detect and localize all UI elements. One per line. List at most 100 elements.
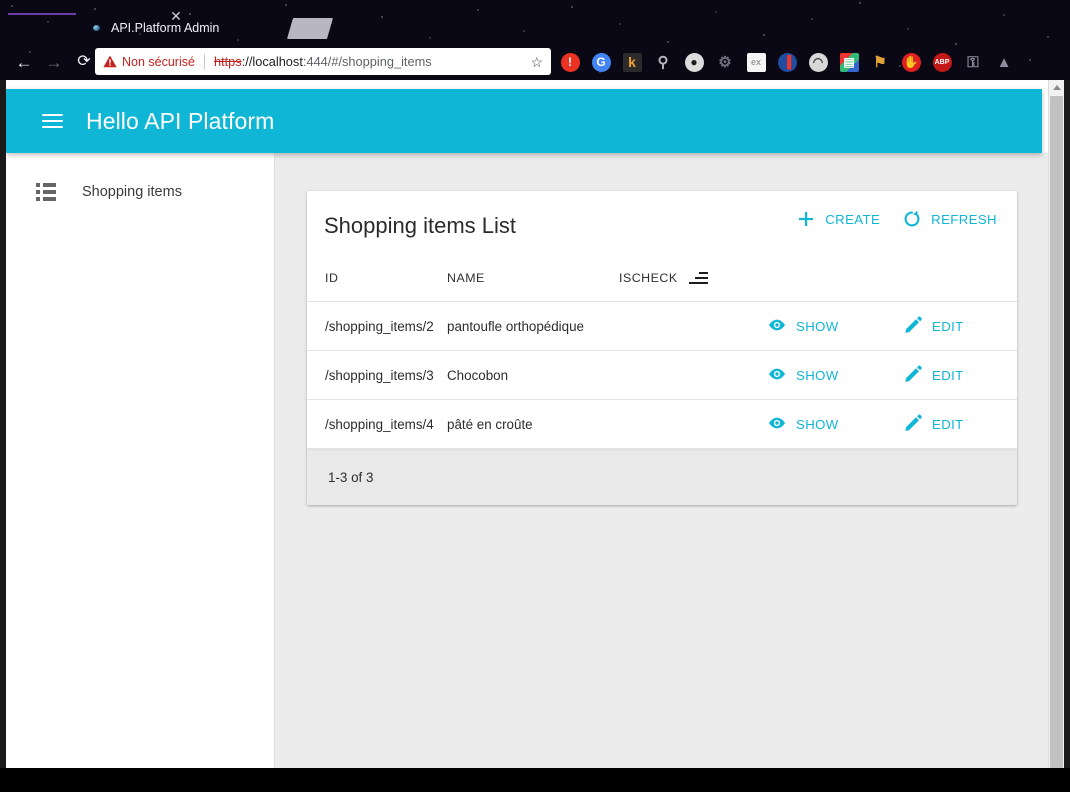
edit-button[interactable]: EDIT bbox=[903, 351, 1017, 400]
eye-icon bbox=[767, 315, 787, 338]
close-icon[interactable]: ✕ bbox=[168, 8, 184, 24]
ex-extension-icon[interactable]: ex bbox=[742, 48, 770, 76]
search-extension-icon[interactable]: ⚲ bbox=[649, 48, 677, 76]
column-header-ischeck[interactable]: ISCHECK bbox=[619, 271, 767, 302]
page-scrollbar[interactable] bbox=[1048, 80, 1064, 768]
card-actions: CREATE REFRESH bbox=[796, 209, 997, 229]
cell-name: pantoufle orthopédique bbox=[447, 302, 619, 351]
adblock-plus-extension-icon-glyph: ABP bbox=[933, 53, 952, 72]
app-bar: Hello API Platform bbox=[6, 89, 1042, 153]
cell-ischeck bbox=[619, 351, 767, 400]
google-translate-extension-icon-glyph: G bbox=[592, 53, 611, 72]
list-card: Shopping items List CREATE bbox=[307, 191, 1017, 505]
back-button[interactable]: ← bbox=[9, 47, 39, 77]
edit-button-label: EDIT bbox=[932, 417, 964, 432]
alert-extension-icon-glyph: ! bbox=[561, 53, 580, 72]
kickass-extension-icon[interactable]: k bbox=[618, 48, 646, 76]
flag-extension-icon[interactable]: ⚑ bbox=[866, 48, 894, 76]
list-view-icon bbox=[36, 183, 58, 201]
pagination-label: 1-3 of 3 bbox=[328, 470, 373, 485]
hamburger-menu-icon[interactable] bbox=[28, 97, 76, 145]
google-translate-extension-icon[interactable]: G bbox=[587, 48, 615, 76]
opera-extension-icon-glyph: ● bbox=[685, 53, 704, 72]
show-button-label: SHOW bbox=[796, 368, 839, 383]
sidebar-item-label: Shopping items bbox=[82, 184, 182, 200]
create-button[interactable]: CREATE bbox=[796, 209, 880, 229]
pocket-extension-icon[interactable]: ▲ bbox=[990, 48, 1018, 76]
search-extension-icon-glyph: ⚲ bbox=[654, 53, 673, 72]
kickass-extension-icon-glyph: k bbox=[623, 53, 642, 72]
column-header-name[interactable]: NAME bbox=[447, 271, 619, 302]
eye-icon bbox=[767, 413, 787, 436]
column-header-id[interactable]: ID bbox=[307, 271, 447, 302]
blocker-extension-icon[interactable]: ✋ bbox=[897, 48, 925, 76]
plus-icon bbox=[796, 209, 816, 229]
blocker-extension-icon-glyph: ✋ bbox=[902, 53, 921, 72]
table-row[interactable]: /shopping_items/2pantoufle orthopédique S… bbox=[307, 302, 1017, 351]
security-status-label: Non sécurisé bbox=[122, 55, 195, 69]
alert-extension-icon[interactable]: ! bbox=[556, 48, 584, 76]
colorpage-extension-icon[interactable]: ▤ bbox=[835, 48, 863, 76]
column-header-ischeck-label: ISCHECK bbox=[619, 271, 678, 285]
sort-lines-icon[interactable] bbox=[689, 272, 708, 284]
opera-extension-icon[interactable]: ● bbox=[680, 48, 708, 76]
cell-ischeck bbox=[619, 302, 767, 351]
card-toolbar: Shopping items List CREATE bbox=[307, 191, 1017, 271]
items-table: ID NAME ISCHECK /shopping_items/2pantouf… bbox=[307, 271, 1017, 449]
scroll-up-arrow-icon[interactable] bbox=[1049, 80, 1064, 95]
create-button-label: CREATE bbox=[825, 212, 880, 227]
show-button-label: SHOW bbox=[796, 319, 839, 334]
page-viewport: Shopping items Shopping items List CREAT… bbox=[6, 80, 1064, 768]
main-content: Shopping items List CREATE bbox=[275, 153, 1048, 768]
window-right-edge bbox=[1064, 80, 1070, 768]
adblock-plus-extension-icon[interactable]: ABP bbox=[928, 48, 956, 76]
page-title: Shopping items List bbox=[324, 213, 516, 239]
cell-name: Chocobon bbox=[447, 351, 619, 400]
refresh-button-label: REFRESH bbox=[931, 212, 997, 227]
show-button[interactable]: SHOW bbox=[767, 400, 903, 449]
lighthouse-extension-icon-glyph: ▐ bbox=[778, 53, 797, 72]
table-row[interactable]: /shopping_items/4pâté en croûte SHOW EDIT bbox=[307, 400, 1017, 449]
edit-button[interactable]: EDIT bbox=[903, 302, 1017, 351]
edit-button[interactable]: EDIT bbox=[903, 400, 1017, 449]
url-path: :444/#/shopping_items bbox=[303, 54, 432, 69]
lock-extension-icon-glyph: ⚿ bbox=[964, 53, 983, 72]
lighthouse-extension-icon[interactable]: ▐ bbox=[773, 48, 801, 76]
new-tab-button[interactable] bbox=[287, 18, 333, 39]
show-button-label: SHOW bbox=[796, 417, 839, 432]
app-title: Hello API Platform bbox=[86, 108, 274, 135]
pencil-icon bbox=[903, 413, 923, 436]
flag-extension-icon-glyph: ⚑ bbox=[871, 53, 890, 72]
show-button[interactable]: SHOW bbox=[767, 351, 903, 400]
edit-button-label: EDIT bbox=[932, 368, 964, 383]
table-body: /shopping_items/2pantoufle orthopédique S… bbox=[307, 302, 1017, 449]
show-button[interactable]: SHOW bbox=[767, 302, 903, 351]
pencil-icon bbox=[903, 364, 923, 387]
address-bar[interactable]: Non sécurisé https://localhost:444/#/sho… bbox=[95, 48, 551, 75]
cell-id: /shopping_items/4 bbox=[307, 400, 447, 449]
forward-button[interactable]: → bbox=[39, 47, 69, 77]
eye-icon bbox=[767, 364, 787, 387]
lock-extension-icon[interactable]: ⚿ bbox=[959, 48, 987, 76]
table-row[interactable]: /shopping_items/3Chocobon SHOW EDIT bbox=[307, 351, 1017, 400]
scrollbar-thumb[interactable] bbox=[1050, 96, 1063, 768]
url-scheme: https bbox=[214, 54, 242, 69]
table-footer: 1-3 of 3 bbox=[307, 449, 1017, 505]
sidebar-item-shopping-items[interactable]: Shopping items bbox=[6, 170, 274, 214]
cell-id: /shopping_items/3 bbox=[307, 351, 447, 400]
basket-extension-icon[interactable]: ◠ bbox=[804, 48, 832, 76]
sidebar: Shopping items bbox=[6, 153, 275, 768]
cell-id: /shopping_items/2 bbox=[307, 302, 447, 351]
column-header-show bbox=[767, 271, 903, 302]
refresh-button[interactable]: REFRESH bbox=[902, 209, 997, 229]
gear-extension-icon[interactable]: ⚙ bbox=[711, 48, 739, 76]
tab-strip: API.Platform Admin ✕ bbox=[0, 0, 1070, 44]
screen-bottom-bar bbox=[0, 768, 1070, 792]
browser-tab[interactable]: API.Platform Admin bbox=[90, 12, 290, 44]
url-host: ://localhost bbox=[242, 54, 303, 69]
bookmark-star-icon[interactable]: ☆ bbox=[530, 55, 543, 69]
globe-favicon-icon bbox=[90, 21, 104, 35]
cell-name: pâté en croûte bbox=[447, 400, 619, 449]
browser-tab-title: API.Platform Admin bbox=[111, 21, 219, 35]
url-text: https://localhost:444/#/shopping_items bbox=[214, 54, 524, 69]
